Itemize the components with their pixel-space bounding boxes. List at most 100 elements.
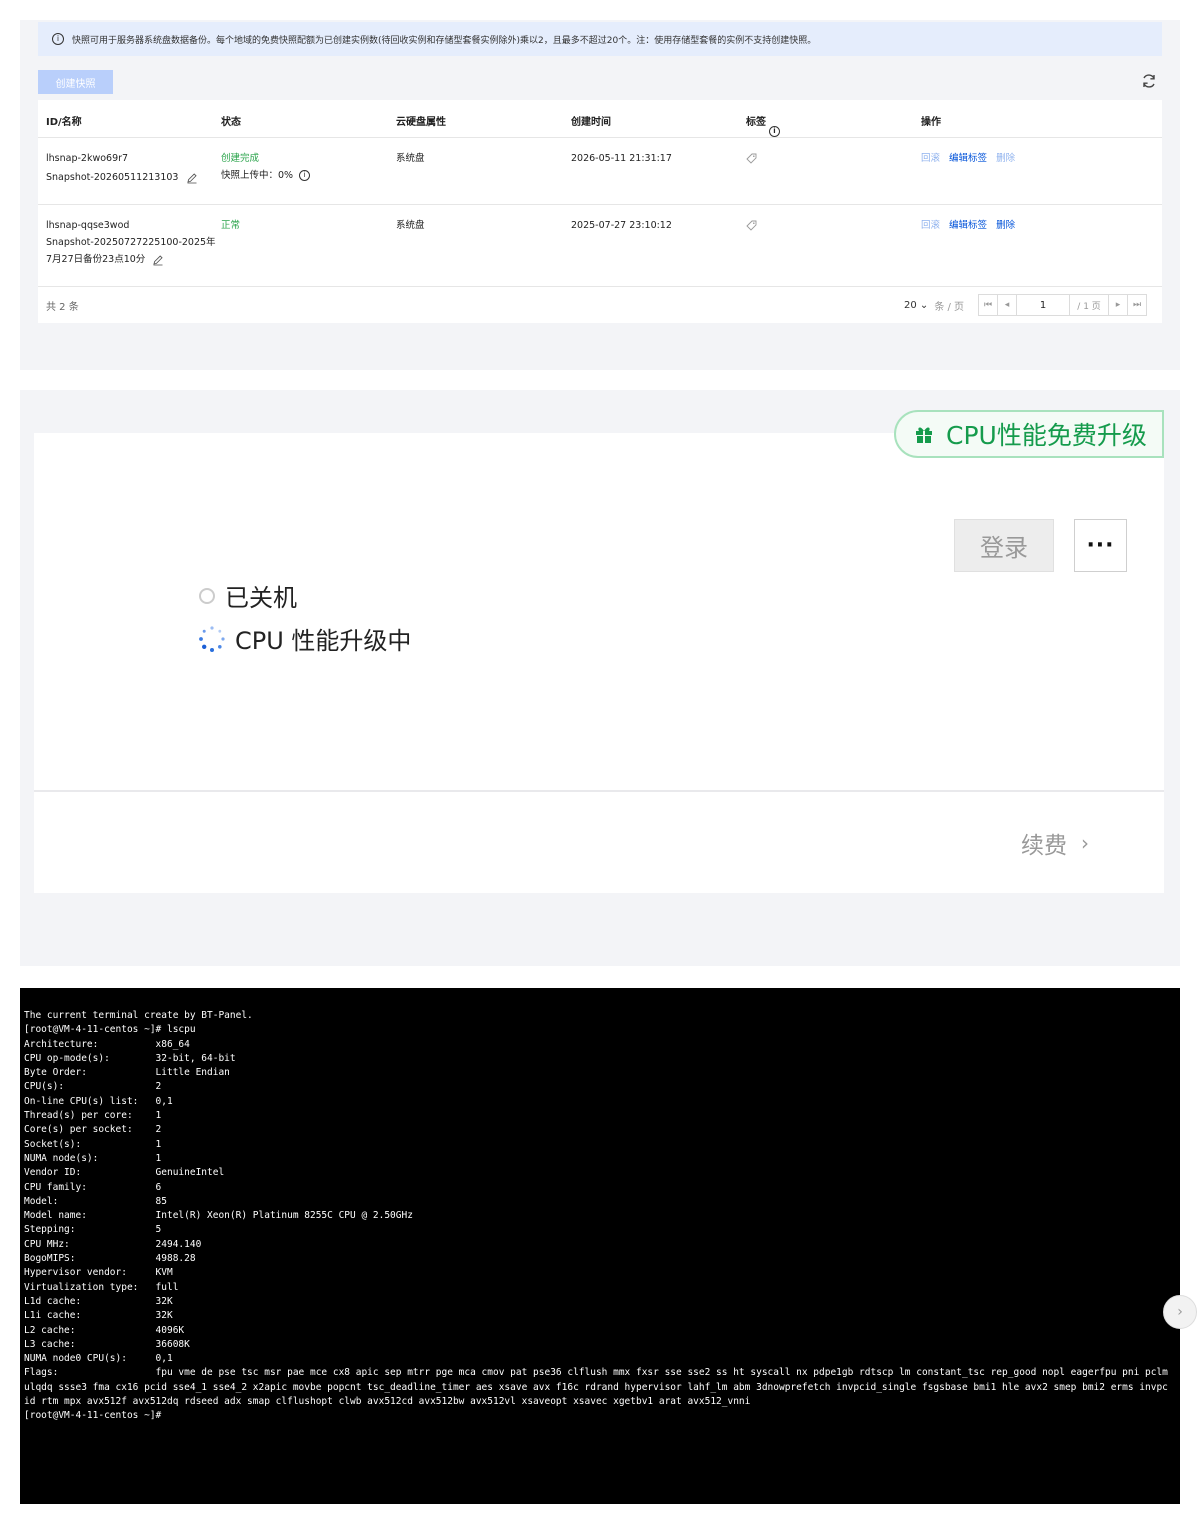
terminal-line: CPU MHz: 2494.140 <box>24 1238 202 1250</box>
terminal-line: NUMA node(s): 1 <box>24 1152 162 1164</box>
rollback-link[interactable]: 回滚 <box>921 220 940 231</box>
terminal-line: Thread(s) per core: 1 <box>24 1110 162 1122</box>
snapshot-notice: i 快照可用于服务器系统盘数据备份。每个地域的免费快照配额为已创建实例数(待回收… <box>38 22 1162 56</box>
terminal-line: Hypervisor vendor: KVM <box>24 1267 173 1279</box>
cpu-upgrading-status: CPU 性能升级中 <box>197 621 411 656</box>
create-snapshot-button[interactable]: 创建快照 <box>38 70 113 94</box>
edit-name-pencil-icon[interactable] <box>186 172 198 184</box>
prev-page-icon[interactable]: ◂ <box>997 294 1018 316</box>
terminal-line: Stepping: 5 <box>24 1224 162 1236</box>
page-input[interactable]: 1 <box>1016 294 1071 316</box>
last-page-icon[interactable]: ⏭ <box>1127 294 1148 316</box>
info-icon: i <box>52 33 64 45</box>
terminal-line: Model name: Intel(R) Xeon(R) Platinum 82… <box>24 1210 413 1222</box>
edit-tags-link[interactable]: 编辑标签 <box>949 153 987 164</box>
terminal-line: Socket(s): 1 <box>24 1138 162 1150</box>
total-count: 共 2 条 <box>46 302 79 313</box>
tag-cell <box>746 153 757 170</box>
terminal-line: L1i cache: 32K <box>24 1310 173 1322</box>
instance-panel: 已关机 CPU 性能升级中 登录 ··· CPU性能免费升级 续费 › <box>20 390 1180 966</box>
delete-link[interactable]: 删除 <box>996 153 1015 164</box>
tag-icon[interactable] <box>746 153 757 164</box>
rollback-link[interactable]: 回滚 <box>921 153 940 164</box>
delete-link[interactable]: 删除 <box>996 220 1015 231</box>
terminal-line: Byte Order: Little Endian <box>24 1067 230 1079</box>
col-status: 状态 <box>221 117 241 128</box>
page-total: / 1 页 <box>1069 294 1110 316</box>
terminal-flags-line: Flags: fpu vme de pse tsc msr pae mce cx… <box>24 1367 1168 1408</box>
col-created: 创建时间 <box>571 117 611 128</box>
chevron-down-icon: ⌄ <box>919 299 929 311</box>
ops-cell: 回滚 编辑标签 删除 <box>921 217 1015 234</box>
terminal[interactable]: The current terminal create by BT-Panel.… <box>20 988 1180 1504</box>
gift-icon <box>916 427 932 443</box>
instance-card: 已关机 CPU 性能升级中 登录 ··· <box>34 433 1164 893</box>
terminal-line: NUMA node0 CPU(s): 0,1 <box>24 1353 173 1365</box>
terminal-line: Architecture: x86_64 <box>24 1038 190 1050</box>
terminal-line: BogoMIPS: 4988.28 <box>24 1253 196 1265</box>
terminal-line: L2 cache: 4096K <box>24 1324 185 1336</box>
terminal-line: CPU op-mode(s): 32-bit, 64-bit <box>24 1052 236 1064</box>
tag-info-icon[interactable]: i <box>769 126 780 137</box>
table-row: lhsnap-qqse3wod Snapshot-20250727225100-… <box>38 205 1162 287</box>
snapshot-status-cell: 创建完成 快照上传中：0% i <box>221 150 311 184</box>
pagination: 20 ⌄ 条 / 页 ⏮ ◂ 1 / 1 页 ▸ ⏭ <box>904 294 1148 316</box>
snapshot-id-name-cell: lhsnap-2kwo69r7 Snapshot-20260511213103 <box>46 150 198 186</box>
card-divider <box>34 790 1164 792</box>
upload-info-icon[interactable]: i <box>299 170 311 181</box>
first-page-icon[interactable]: ⏮ <box>978 294 999 316</box>
more-actions-button[interactable]: ··· <box>1074 519 1127 572</box>
created-time: 2025-07-27 23:10:12 <box>571 220 672 231</box>
status-dot-icon <box>199 587 215 604</box>
scroll-right-icon[interactable]: › <box>1163 1295 1197 1329</box>
terminal-prompt: [root@VM-4-11-centos ~]# <box>24 1410 162 1422</box>
table-header: ID/名称 状态 云硬盘属性 创建时间 标签 i 操作 <box>38 100 1162 138</box>
tag-icon[interactable] <box>746 220 757 231</box>
per-page-label: 条 / 页 <box>934 301 965 313</box>
snapshot-id: lhsnap-qqse3wod <box>46 220 130 231</box>
edit-name-pencil-icon[interactable] <box>152 254 164 266</box>
terminal-line: The current terminal create by BT-Panel. <box>24 1010 253 1021</box>
disk-type: 系统盘 <box>396 220 425 231</box>
snapshot-name: Snapshot-20260511213103 <box>46 172 179 183</box>
snapshot-id-name-cell: lhsnap-qqse3wod Snapshot-20250727225100-… <box>46 217 216 268</box>
snapshot-name-cont: 7月27日备份23点10分 <box>46 254 146 265</box>
terminal-line: Virtualization type: full <box>24 1281 179 1293</box>
terminal-line: Vendor ID: GenuineIntel <box>24 1167 225 1179</box>
disk-type: 系统盘 <box>396 153 425 164</box>
renew-link[interactable]: 续费 › <box>1021 826 1089 860</box>
status-text: 正常 <box>221 220 241 231</box>
chevron-right-icon: › <box>1081 831 1089 855</box>
page-size-select[interactable]: 20 ⌄ <box>904 300 928 311</box>
next-page-icon[interactable]: ▸ <box>1108 294 1129 316</box>
login-button[interactable]: 登录 <box>954 519 1054 572</box>
snapshot-table: ID/名称 状态 云硬盘属性 创建时间 标签 i 操作 lhsnap-2kwo6… <box>38 100 1162 323</box>
cpu-free-upgrade-badge[interactable]: CPU性能免费升级 <box>894 410 1164 458</box>
snapshot-id: lhsnap-2kwo69r7 <box>46 153 129 164</box>
terminal-line: L3 cache: 36608K <box>24 1338 190 1350</box>
terminal-line: CPU(s): 2 <box>24 1081 162 1093</box>
table-row: lhsnap-2kwo69r7 Snapshot-20260511213103 … <box>38 138 1162 205</box>
ops-cell: 回滚 编辑标签 删除 <box>921 150 1015 167</box>
snapshot-name: Snapshot-20250727225100-2025年 <box>46 237 216 248</box>
col-ops: 操作 <box>921 117 941 128</box>
col-id-name: ID/名称 <box>46 117 82 128</box>
instance-status: 已关机 <box>199 578 297 613</box>
terminal-line: [root@VM-4-11-centos ~]# lscpu <box>24 1024 196 1036</box>
loading-spinner-icon <box>199 625 225 652</box>
created-time: 2026-05-11 21:31:17 <box>571 153 672 164</box>
table-footer: 共 2 条 20 ⌄ 条 / 页 ⏮ ◂ 1 / 1 页 ▸ ⏭ <box>38 287 1162 323</box>
snapshot-panel: i 快照可用于服务器系统盘数据备份。每个地域的免费快照配额为已创建实例数(待回收… <box>20 20 1180 370</box>
terminal-line: On-line CPU(s) list: 0,1 <box>24 1095 173 1107</box>
status-text: 创建完成 <box>221 153 260 164</box>
notice-text: 快照可用于服务器系统盘数据备份。每个地域的免费快照配额为已创建实例数(待回收实例… <box>72 35 817 46</box>
terminal-line: CPU family: 6 <box>24 1181 162 1193</box>
terminal-line: L1d cache: 32K <box>24 1295 173 1307</box>
terminal-output: The current terminal create by BT-Panel.… <box>24 1009 1180 1366</box>
refresh-icon[interactable] <box>1140 72 1158 90</box>
terminal-line: Model: 85 <box>24 1195 167 1207</box>
edit-tags-link[interactable]: 编辑标签 <box>949 220 987 231</box>
col-disk: 云硬盘属性 <box>396 117 446 128</box>
col-tags: 标签 i <box>746 113 780 137</box>
upload-progress-text: 快照上传中：0% <box>221 170 294 181</box>
